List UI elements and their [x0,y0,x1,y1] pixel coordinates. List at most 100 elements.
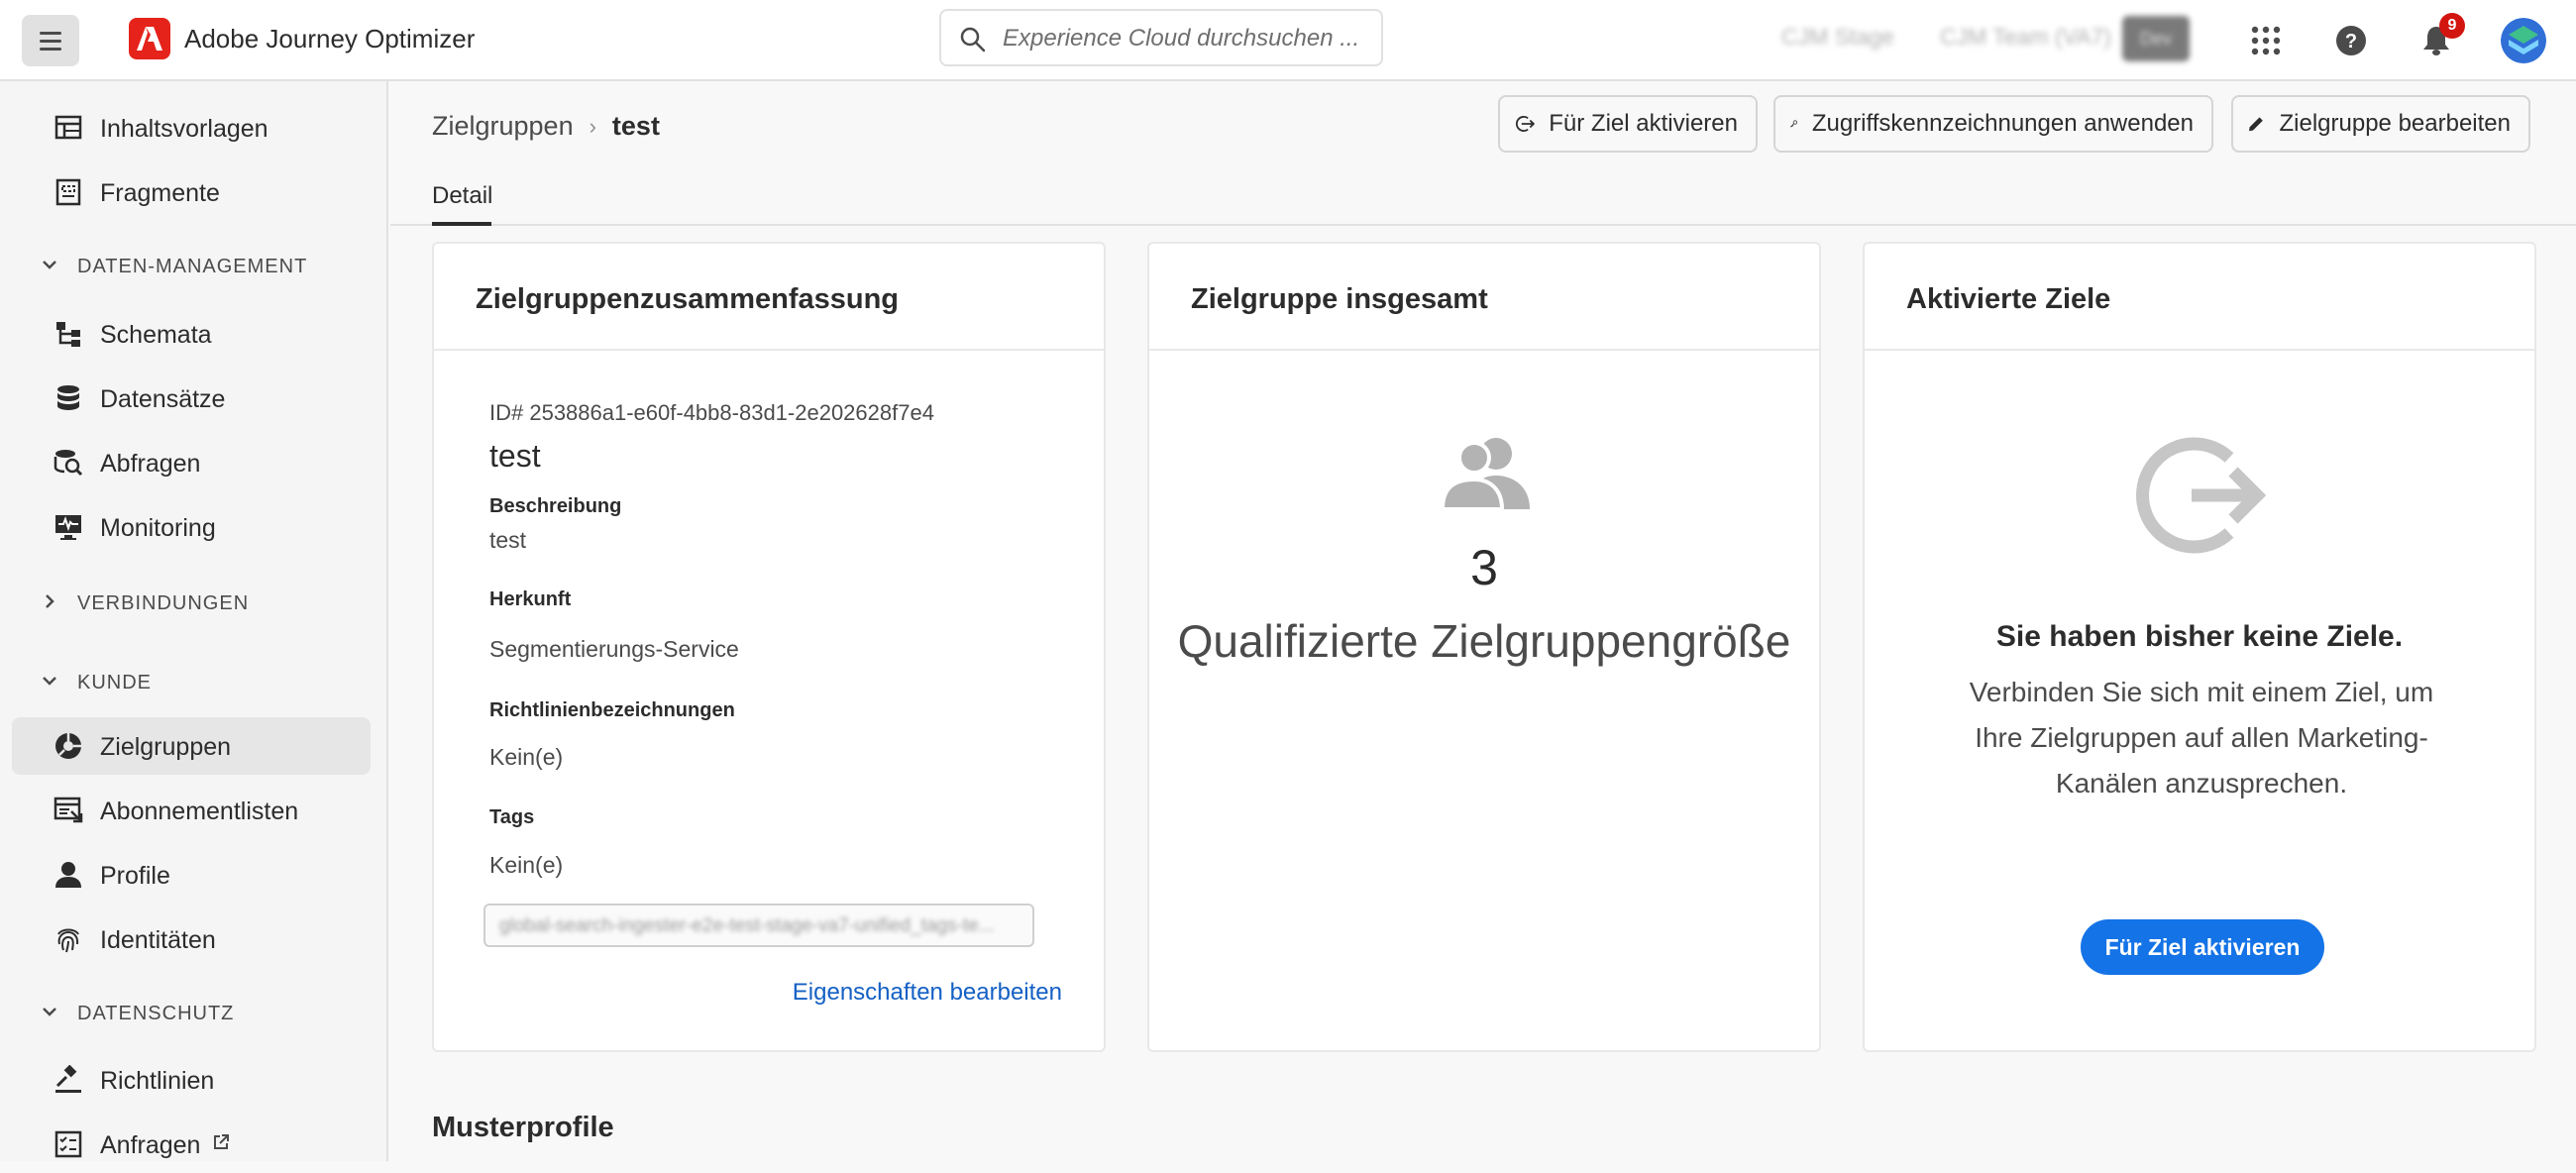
search-input[interactable] [1003,23,1369,54]
button-label: Zugriffskennzeichnungen anwenden [1811,110,2194,137]
sidebar-item-label: Schemata [100,321,212,349]
sidebar-item-label: Abfragen [100,450,201,478]
activate-destination-button[interactable]: Für Ziel aktivieren [1498,95,1758,153]
audience-name: test [489,438,541,474]
description-value: test [489,527,527,553]
checklist-icon [54,1130,82,1158]
chevron-right-icon [46,594,54,608]
sidebar-item-subscription-lists[interactable]: Abonnementlisten [12,782,371,839]
section-label: DATEN-MANAGEMENT [77,256,308,277]
origin-label: Herkunft [489,588,572,610]
sidebar-item-label: Zielgruppen [100,733,232,761]
tab-detail[interactable]: Detail [432,182,492,210]
svg-text:?: ? [2345,31,2357,53]
card-divider [1865,349,2534,351]
activate-destination-cta-button[interactable]: Für Ziel aktivieren [2081,919,2324,975]
breadcrumb-separator-icon: › [589,113,596,139]
card-title: Zielgruppenzusammenfassung [476,283,900,315]
edit-audience-button[interactable]: Zielgruppe bearbeiten [2231,95,2530,153]
top-bar: Adobe Journey Optimizer CJM Stage CJM Te… [0,0,2576,81]
pencil-icon [2248,117,2263,132]
external-link-icon [214,1134,229,1149]
card-divider [1149,349,1819,351]
users-icon [1441,438,1530,509]
chevron-down-icon [43,261,56,269]
sidebar-item-label: Identitäten [100,926,216,954]
apply-access-labels-button[interactable]: Zugriffskennzeichnungen anwenden [1773,95,2213,153]
sidebar-item-audiences[interactable]: Zielgruppen [12,717,371,775]
section-label: DATENSCHUTZ [77,1003,235,1024]
sidebar-item-label: Monitoring [100,514,216,542]
tag-field-text: global-search-ingester-e2e-test-stage-va… [499,915,995,936]
edit-properties-link[interactable]: Eigenschaften bearbeiten [793,979,1062,1007]
breadcrumb-current: test [611,111,660,141]
sample-profiles-heading: Musterprofile [432,1112,614,1143]
sidebar-item-requests[interactable]: Anfragen [12,1116,371,1173]
section-label: KUNDE [77,672,153,693]
button-label: Für Ziel aktivieren [1549,110,1738,137]
hamburger-icon [40,29,61,53]
key-icon [1789,120,1798,128]
sidebar-item-label: Inhaltsvorlagen [100,115,268,143]
policy-labels-value: Kein(e) [489,744,564,770]
export-icon [1516,116,1536,132]
user-avatar[interactable] [2501,18,2546,63]
help-icon[interactable]: ? [2328,18,2374,63]
activated-destinations-card: Aktivierte Ziele Sie haben bisher keine … [1863,242,2536,1052]
search-box[interactable] [939,9,1383,66]
sidebar-item-label: Fragmente [100,179,220,207]
fragment-icon [55,178,81,206]
button-label: Zielgruppe bearbeiten [2279,110,2512,137]
apps-grid-icon[interactable] [2243,18,2289,63]
sidebar-item-label: Anfragen [100,1131,201,1159]
audience-count: 3 [1470,540,1498,595]
description-label: Beschreibung [489,495,622,517]
card-title: Zielgruppe insgesamt [1191,283,1488,315]
section-label: VERBINDUNGEN [77,592,250,614]
app-title[interactable]: Adobe Journey Optimizer [184,24,475,54]
environment-badge[interactable]: Dev [2122,16,2190,61]
sidebar-item-label: Richtlinien [100,1067,215,1095]
audience-icon [55,733,81,759]
audience-id: ID# 253886a1-e60f-4bb8-83d1-2e202628f7e4 [489,400,934,425]
tag-field[interactable]: global-search-ingester-e2e-test-stage-va… [483,904,1034,947]
adobe-logo[interactable] [129,18,170,59]
main-content: Zielgruppen › test Für Ziel aktivieren Z… [390,81,2576,1161]
menu-toggle-button[interactable] [22,15,79,66]
sidebar-item-label: Profile [100,862,170,890]
left-navigation: Inhaltsvorlagen Fragmente DATEN-MANAGEME… [0,81,388,1161]
sidebar-item-identities[interactable]: Identitäten [12,910,371,968]
sidebar-item-monitoring[interactable]: Monitoring [12,498,371,556]
sidebar-item-profiles[interactable]: Profile [12,846,371,904]
tags-label: Tags [489,806,535,828]
empty-state-description: Verbinden Sie sich mit einem Ziel, um Ih… [1969,677,2434,799]
origin-value: Segmentierungs-Service [489,636,739,662]
audience-summary-card: Zielgruppenzusammenfassung ID# 253886a1-… [432,242,1106,1052]
breadcrumb: Zielgruppen › test [432,111,660,142]
empty-state-title: Sie haben bisher keine Ziele. [1995,620,2404,653]
template-icon [54,115,82,140]
chevron-down-icon [43,677,56,686]
org-switcher-stage[interactable]: CJM Stage [1781,24,1894,51]
sidebar-item-queries[interactable]: Abfragen [12,434,371,491]
org-switcher-team[interactable]: CJM Team (VA7) [1940,24,2111,51]
gavel-icon [55,1065,81,1093]
audience-total-card: Zielgruppe insgesamt 3 Qualifizierte Zie… [1147,242,1821,1052]
monitoring-icon [55,515,81,540]
chevron-down-icon [43,1008,56,1016]
database-icon [57,385,79,410]
notification-count-badge: 9 [2439,13,2465,39]
schema-icon [56,322,80,347]
search-icon [960,27,986,53]
card-title: Aktivierte Ziele [1906,283,2111,315]
sidebar-item-schemas[interactable]: Schemata [12,305,371,363]
sidebar-item-datasets[interactable]: Datensätze [12,370,371,427]
tab-active-indicator [432,222,491,226]
sidebar-item-content-templates[interactable]: Inhaltsvorlagen [12,99,371,157]
sidebar-item-policies[interactable]: Richtlinien [12,1051,371,1109]
sidebar-item-fragments[interactable]: Fragmente [12,163,371,221]
export-illustration-icon [2136,437,2267,554]
audience-count-label: Qualifizierte Zielgruppengröße [1177,615,1791,667]
breadcrumb-parent-link[interactable]: Zielgruppen [432,111,574,142]
query-icon [54,450,83,477]
